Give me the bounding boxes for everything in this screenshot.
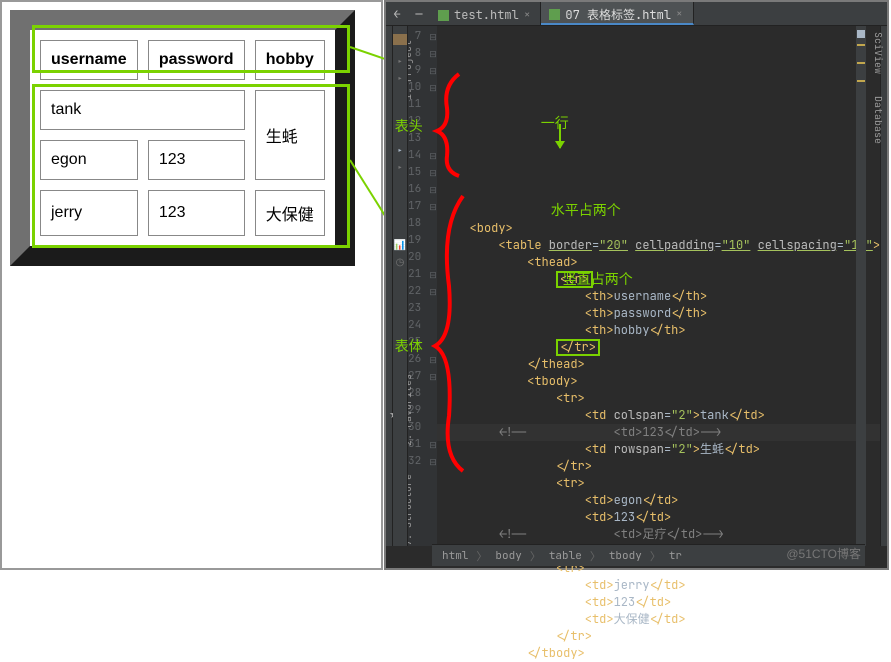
table-row: jerry 123 大保健: [40, 190, 325, 236]
database-tool-button[interactable]: Database: [872, 96, 885, 144]
watermark-text: @51CTO博客: [786, 545, 861, 562]
table-header-row: username password hobby: [40, 40, 325, 80]
sciview-tool-button[interactable]: SciView: [872, 32, 885, 74]
editor-scrollbar[interactable]: [856, 26, 866, 546]
project-tool-controls[interactable]: ← —: [386, 6, 430, 22]
td-massage: 大保健: [255, 190, 325, 236]
folder-icon: [393, 34, 407, 45]
crumb[interactable]: body: [491, 549, 525, 563]
editor-tab-bar: ← — test.html × 07 表格标签.html ×: [386, 2, 887, 26]
crumb[interactable]: tr: [665, 549, 686, 563]
clock-icon: ◷: [393, 253, 407, 270]
th-password: password: [148, 40, 245, 80]
table-body: tank 生蚝 egon 123 jerry 123 大保健: [40, 90, 325, 236]
td-123b: 123: [148, 190, 245, 236]
close-icon[interactable]: ×: [676, 7, 683, 21]
chart-icon: 📊: [393, 236, 407, 253]
tab-label: 07 表格标签.html: [565, 6, 671, 23]
code-fold-gutter[interactable]: ⊟⊟⊟⊟⊟⊟⊟⊟⊟⊟⊟⊟⊟⊟: [429, 26, 437, 546]
warning-marker[interactable]: [857, 44, 865, 46]
th-hobby: hobby: [255, 40, 325, 80]
colspan-annotation: 水平占两个: [551, 200, 621, 220]
tree-item[interactable]: ▸: [393, 142, 407, 159]
crumb[interactable]: table: [545, 549, 586, 563]
table-row: tank 生蚝: [40, 90, 325, 130]
td-123a: 123: [148, 140, 245, 180]
project-tree-collapsed[interactable]: ▸ ▸ ▸ ▸ 📊 ◷: [393, 26, 408, 546]
browser-preview-panel: username password hobby tank 生蚝 egon 123…: [0, 0, 383, 570]
table-head: username password hobby: [40, 40, 325, 80]
minimize-icon[interactable]: —: [415, 6, 422, 22]
warning-marker[interactable]: [857, 62, 865, 64]
back-icon[interactable]: ←: [393, 6, 400, 22]
rendered-html-table: username password hobby tank 生蚝 egon 123…: [10, 10, 355, 266]
td-tank: tank: [40, 90, 245, 130]
line-number-gutter[interactable]: 7891011121314151617181920212223242526272…: [408, 26, 429, 546]
ide-editor-panel: ← — test.html × 07 表格标签.html × 1: Projec…: [384, 0, 889, 570]
tab-test-html[interactable]: test.html ×: [430, 2, 541, 25]
warning-marker[interactable]: [857, 80, 865, 82]
right-tool-strip[interactable]: SciView Database: [880, 26, 887, 546]
close-icon[interactable]: ×: [524, 8, 531, 22]
td-egon: egon: [40, 140, 138, 180]
th-username: username: [40, 40, 138, 80]
tree-item[interactable]: ▸: [393, 70, 407, 87]
td-jerry: jerry: [40, 190, 138, 236]
crumb[interactable]: tbody: [605, 549, 646, 563]
tab-label: test.html: [454, 7, 519, 23]
arrow-down-icon: [559, 124, 561, 148]
tab-07-table-html[interactable]: 07 表格标签.html ×: [541, 2, 693, 25]
scrollbar-marker: [857, 30, 865, 38]
left-tool-strip[interactable]: 1: Project 2: Favorites 7: Structure ★: [386, 26, 393, 546]
code-editor[interactable]: 表头 表体 一行 水平占两个 竖直占两个 <body> <table borde…: [437, 26, 880, 546]
tree-item[interactable]: ▸: [393, 159, 407, 176]
html-file-icon: [549, 9, 560, 20]
row-annotation: 一行: [541, 113, 569, 133]
td-oyster: 生蚝: [255, 90, 325, 180]
html-file-icon: [438, 10, 449, 21]
tree-item[interactable]: ▸: [393, 53, 407, 70]
crumb[interactable]: html: [438, 549, 472, 563]
